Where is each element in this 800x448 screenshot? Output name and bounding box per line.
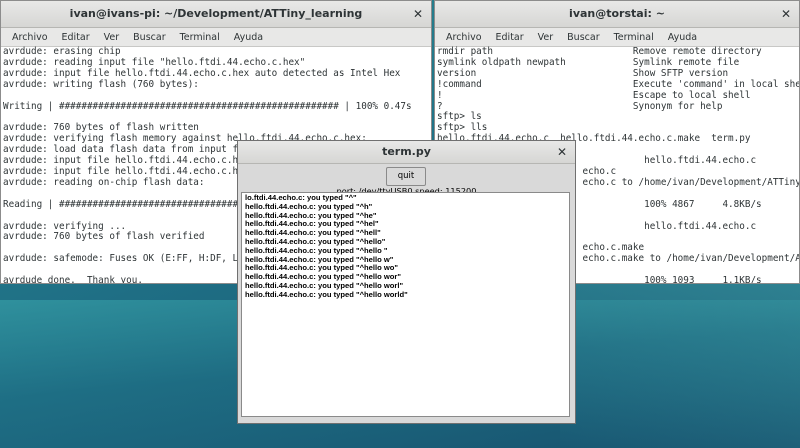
terminal-line: ? Synonym for help [437, 100, 723, 112]
left-terminal-titlebar[interactable]: ivan@ivans-pi: ~/Development/ATTiny_lear… [1, 1, 431, 28]
menu-ayuda[interactable]: Ayuda [227, 32, 270, 43]
menu-buscar[interactable]: Buscar [560, 32, 606, 43]
close-icon[interactable]: ✕ [411, 7, 425, 21]
term-py-title: term.py [382, 145, 431, 158]
menu-ayuda[interactable]: Ayuda [661, 32, 704, 43]
menu-terminal[interactable]: Terminal [173, 32, 227, 43]
menu-editar[interactable]: Editar [489, 32, 531, 43]
close-icon[interactable]: ✕ [555, 145, 569, 159]
terminal-line: avrdude: writing flash (760 bytes): [3, 78, 199, 90]
close-icon[interactable]: ✕ [779, 7, 793, 21]
serial-output-line: hello.ftdi.44.echo.c: you typed "^hello … [245, 289, 408, 299]
terminal-line: Writing | ##############################… [3, 100, 412, 112]
menu-buscar[interactable]: Buscar [126, 32, 172, 43]
menu-editar[interactable]: Editar [55, 32, 97, 43]
serial-output-text[interactable]: lo.ftdi.44.echo.c: you typed "^" hello.ft… [241, 192, 570, 417]
menu-ver[interactable]: Ver [97, 32, 127, 43]
right-terminal-menubar: Archivo Editar Ver Buscar Terminal Ayuda [435, 28, 799, 47]
term-py-window[interactable]: term.py ✕ quit port: /dev/ttyUSB0 speed:… [237, 140, 576, 424]
left-terminal-menubar: Archivo Editar Ver Buscar Terminal Ayuda [1, 28, 431, 47]
terminal-line: ! Escape to local shell [437, 89, 751, 101]
menu-terminal[interactable]: Terminal [607, 32, 661, 43]
menu-archivo[interactable]: Archivo [5, 32, 55, 43]
left-terminal-title: ivan@ivans-pi: ~/Development/ATTiny_lear… [69, 7, 363, 20]
quit-button[interactable]: quit [386, 167, 426, 186]
term-py-titlebar[interactable]: term.py ✕ [238, 141, 575, 164]
right-terminal-title: ivan@torstai: ~ [569, 7, 665, 20]
terminal-line: !command Execute 'command' in local shel… [437, 78, 800, 90]
menu-archivo[interactable]: Archivo [439, 32, 489, 43]
menu-ver[interactable]: Ver [531, 32, 561, 43]
right-terminal-titlebar[interactable]: ivan@torstai: ~ ✕ [435, 1, 799, 28]
terminal-line: sftp> ls [437, 111, 482, 123]
